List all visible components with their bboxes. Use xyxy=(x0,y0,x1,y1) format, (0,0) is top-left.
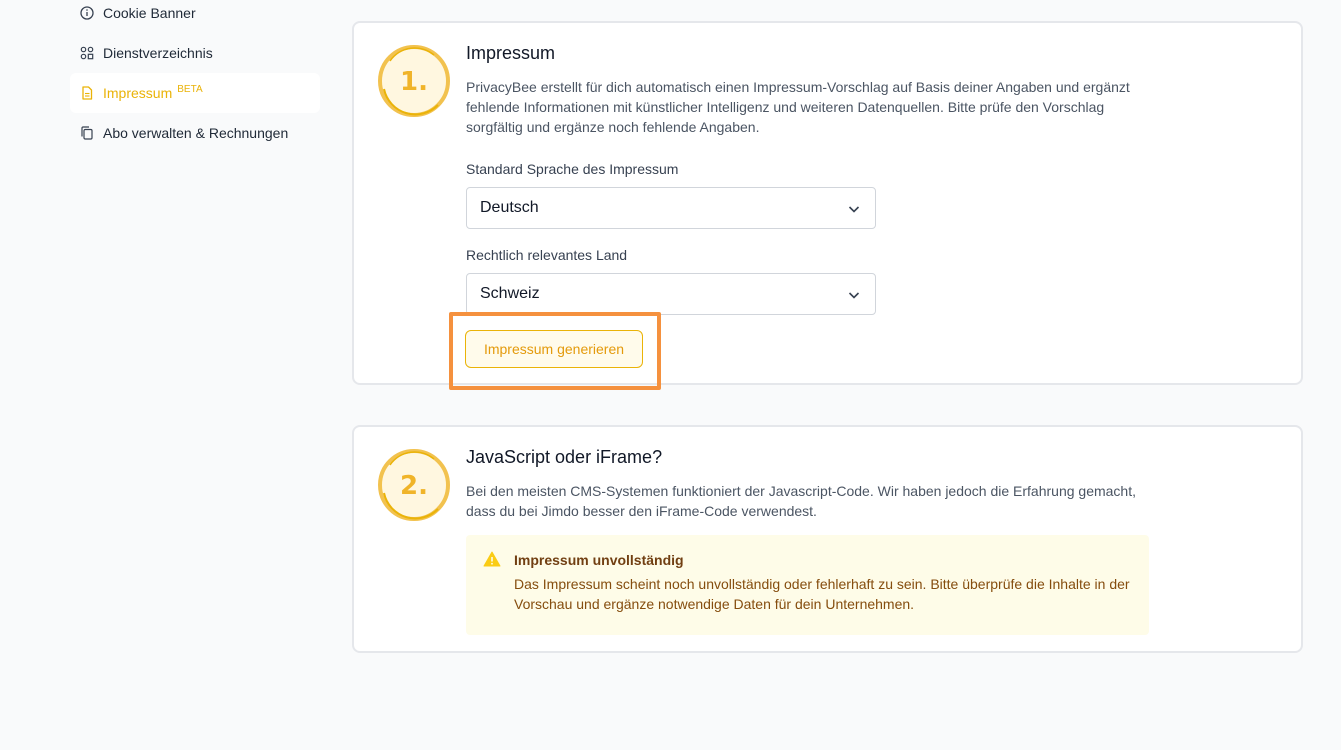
warning-icon xyxy=(483,551,501,567)
sidebar-item-abo-verwalten[interactable]: Abo verwalten & Rechnungen xyxy=(70,113,320,153)
sidebar-item-label: Impressum xyxy=(103,85,173,101)
language-select[interactable]: Deutsch xyxy=(466,187,876,229)
document-icon xyxy=(80,86,94,100)
info-icon xyxy=(80,6,94,20)
alert-title: Impressum unvollständig xyxy=(514,552,684,568)
step-number: 1. xyxy=(400,67,428,97)
beta-badge: BETA xyxy=(177,83,203,95)
step-1-badge-icon: 1. xyxy=(378,45,450,117)
section-description: Bei den meisten CMS-Systemen funktionier… xyxy=(466,483,1136,519)
section-description: PrivacyBee erstellt für dich automatisch… xyxy=(466,79,1130,135)
generate-impressum-button[interactable]: Impressum generieren xyxy=(465,330,643,368)
impressum-card: 1. Impressum PrivacyBee erstellt für dic… xyxy=(352,21,1303,385)
sidebar-item-cookie-banner[interactable]: Cookie Banner xyxy=(70,0,320,33)
country-select[interactable]: Schweiz xyxy=(466,273,876,315)
step-2-badge-icon: 2. xyxy=(378,449,450,521)
language-value: Deutsch xyxy=(480,199,539,216)
embed-card: 2. JavaScript oder iFrame? Bei den meist… xyxy=(352,425,1303,653)
section-title: Impressum xyxy=(466,43,556,63)
step-number: 2. xyxy=(400,471,428,501)
chevron-down-icon xyxy=(848,206,860,213)
sidebar-item-impressum[interactable]: Impressum BETA xyxy=(70,73,320,113)
sidebar-item-label: Abo verwalten & Rechnungen xyxy=(103,125,289,141)
country-label: Rechtlich relevantes Land xyxy=(466,247,628,263)
alert-text: Das Impressum scheint noch unvollständig… xyxy=(514,576,1130,612)
sidebar-item-label: Cookie Banner xyxy=(103,5,196,21)
language-label: Standard Sprache des Impressum xyxy=(466,161,679,177)
chevron-down-icon xyxy=(848,292,860,299)
sidebar-item-dienstverzeichnis[interactable]: Dienstverzeichnis xyxy=(70,33,320,73)
warning-alert: Impressum unvollständig Das Impressum sc… xyxy=(466,535,1149,635)
copy-icon xyxy=(80,126,94,140)
grid-icon xyxy=(80,46,94,60)
section-title: JavaScript oder iFrame? xyxy=(466,447,663,467)
sidebar-item-label: Dienstverzeichnis xyxy=(103,45,213,61)
country-value: Schweiz xyxy=(480,285,540,302)
